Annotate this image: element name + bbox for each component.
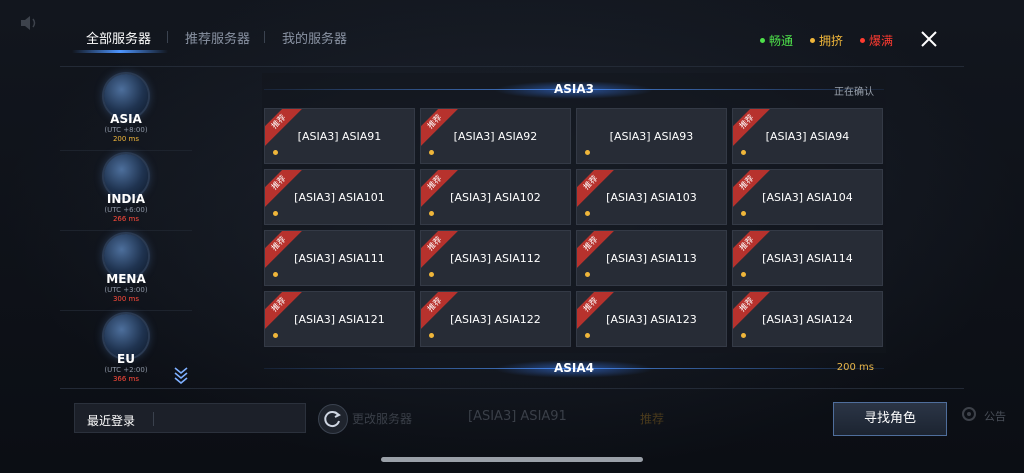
tab-all-servers[interactable]: 全部服务器: [86, 28, 151, 47]
server-card[interactable]: 推荐 [ASIA3] ASIA111: [264, 230, 415, 286]
region-ping: 266 ms: [112, 215, 140, 223]
status-dot-icon: [429, 150, 434, 155]
status-dot-icon: [741, 150, 746, 155]
server-name: [ASIA3] ASIA101: [294, 191, 385, 204]
group-status: 正在确认: [834, 87, 874, 98]
selected-server-tag: 推荐: [640, 412, 665, 426]
server-card[interactable]: 推荐 [ASIA3] ASIA121: [264, 291, 415, 347]
server-card[interactable]: 推荐 [ASIA3] ASIA124: [732, 291, 883, 347]
scroll-down-chevron-icon[interactable]: [173, 366, 189, 384]
server-name: [ASIA3] ASIA111: [294, 252, 385, 265]
refresh-button[interactable]: [318, 404, 348, 434]
status-dot-icon: [741, 333, 746, 338]
server-name: [ASIA3] ASIA124: [762, 313, 853, 326]
server-name: [ASIA3] ASIA93: [609, 130, 694, 143]
status-dot-icon: [429, 211, 434, 216]
group-header-asia3[interactable]: ASIA3 正在确认: [264, 75, 884, 101]
footer-divider: [60, 388, 964, 389]
status-dot-icon: [760, 38, 765, 43]
server-name: [ASIA3] ASIA123: [606, 313, 697, 326]
region-name: MENA: [106, 272, 146, 286]
status-dot-icon: [273, 211, 278, 216]
recent-login-label: 最近登录: [87, 414, 136, 428]
server-name: [ASIA3] ASIA94: [765, 130, 850, 143]
server-name: [ASIA3] ASIA103: [606, 191, 697, 204]
group-title: ASIA4: [553, 361, 595, 375]
selected-server-label: [ASIA3] ASIA91: [468, 409, 567, 424]
server-name: [ASIA3] ASIA91: [297, 130, 382, 143]
status-dot-icon: [741, 211, 746, 216]
server-card[interactable]: 推荐 [ASIA3] ASIA122: [420, 291, 571, 347]
server-name: [ASIA3] ASIA104: [762, 191, 853, 204]
group-header-asia4[interactable]: ASIA4 200 ms: [264, 354, 884, 380]
server-card[interactable]: 推荐 [ASIA3] ASIA113: [576, 230, 727, 286]
status-dot-icon: [273, 333, 278, 338]
server-name: [ASIA3] ASIA121: [294, 313, 385, 326]
status-dot-icon: [585, 150, 590, 155]
legend-crowded: 拥挤: [810, 32, 843, 49]
status-dot-icon: [741, 272, 746, 277]
server-card[interactable]: 推荐 [ASIA3] ASIA114: [732, 230, 883, 286]
region-ping: 300 ms: [112, 295, 140, 303]
tab-my-servers[interactable]: 我的服务器: [282, 28, 347, 47]
region-name: INDIA: [106, 192, 146, 206]
status-dot-icon: [429, 272, 434, 277]
server-card[interactable]: 推荐 [ASIA3] ASIA112: [420, 230, 571, 286]
change-server-label: 更改服务器: [352, 412, 413, 426]
recent-login-divider: [153, 412, 154, 426]
server-name: [ASIA3] ASIA122: [450, 313, 541, 326]
server-name: [ASIA3] ASIA113: [606, 252, 697, 265]
active-tab-indicator: [72, 50, 168, 53]
notice-label: 公告: [984, 410, 1006, 423]
speaker-icon[interactable]: [18, 12, 40, 34]
tab-divider: [167, 31, 168, 43]
status-dot-icon: [585, 211, 590, 216]
status-dot-icon: [273, 150, 278, 155]
status-dot-icon: [273, 272, 278, 277]
server-name: [ASIA3] ASIA112: [450, 252, 541, 265]
status-dot-icon: [860, 38, 865, 43]
close-icon[interactable]: [916, 26, 942, 52]
server-card[interactable]: 推荐 [ASIA3] ASIA94: [732, 108, 883, 164]
recent-login-box: 最近登录: [74, 403, 306, 433]
header-divider: [60, 66, 964, 67]
server-card[interactable]: 推荐 [ASIA3] ASIA102: [420, 169, 571, 225]
group-ping: 200 ms: [836, 362, 874, 373]
tab-divider: [264, 31, 265, 43]
server-card[interactable]: 推荐 [ASIA3] ASIA103: [576, 169, 727, 225]
legend-label: 拥挤: [819, 34, 844, 48]
server-card[interactable]: 推荐 [ASIA3] ASIA123: [576, 291, 727, 347]
legend-label: 畅通: [769, 34, 794, 48]
server-card[interactable]: 推荐 [ASIA3] ASIA92: [420, 108, 571, 164]
server-card[interactable]: [ASIA3] ASIA93: [576, 108, 727, 164]
region-utc: (UTC +3:00): [104, 286, 148, 294]
find-character-button[interactable]: 寻找角色: [833, 402, 947, 436]
status-dot-icon: [810, 38, 815, 43]
region-ping: 200 ms: [112, 135, 140, 143]
region-name: ASIA: [110, 112, 142, 126]
gear-icon[interactable]: [960, 405, 978, 423]
tab-recommended-servers[interactable]: 推荐服务器: [185, 28, 250, 47]
region-name: EU: [117, 352, 135, 366]
server-card[interactable]: 推荐 [ASIA3] ASIA104: [732, 169, 883, 225]
status-dot-icon: [585, 333, 590, 338]
legend-label: 爆满: [869, 34, 894, 48]
server-name: [ASIA3] ASIA92: [453, 130, 538, 143]
server-name: [ASIA3] ASIA114: [762, 252, 853, 265]
legend-smooth: 畅通: [760, 32, 793, 49]
legend-full: 爆满: [860, 32, 893, 49]
region-utc: (UTC +8:00): [104, 126, 148, 134]
status-dot-icon: [585, 272, 590, 277]
region-item-india[interactable]: INDIA (UTC +6:00) 266 ms: [60, 150, 192, 231]
server-name: [ASIA3] ASIA102: [450, 191, 541, 204]
region-item-asia[interactable]: ASIA (UTC +8:00) 200 ms: [60, 70, 192, 151]
server-card[interactable]: 推荐 [ASIA3] ASIA101: [264, 169, 415, 225]
region-item-mena[interactable]: MENA (UTC +3:00) 300 ms: [60, 230, 192, 311]
status-dot-icon: [429, 333, 434, 338]
group-title: ASIA3: [553, 82, 595, 96]
refresh-icon: [324, 411, 341, 428]
server-card[interactable]: 推荐 [ASIA3] ASIA91: [264, 108, 415, 164]
home-indicator: [381, 457, 643, 462]
region-utc: (UTC +6:00): [104, 206, 148, 214]
